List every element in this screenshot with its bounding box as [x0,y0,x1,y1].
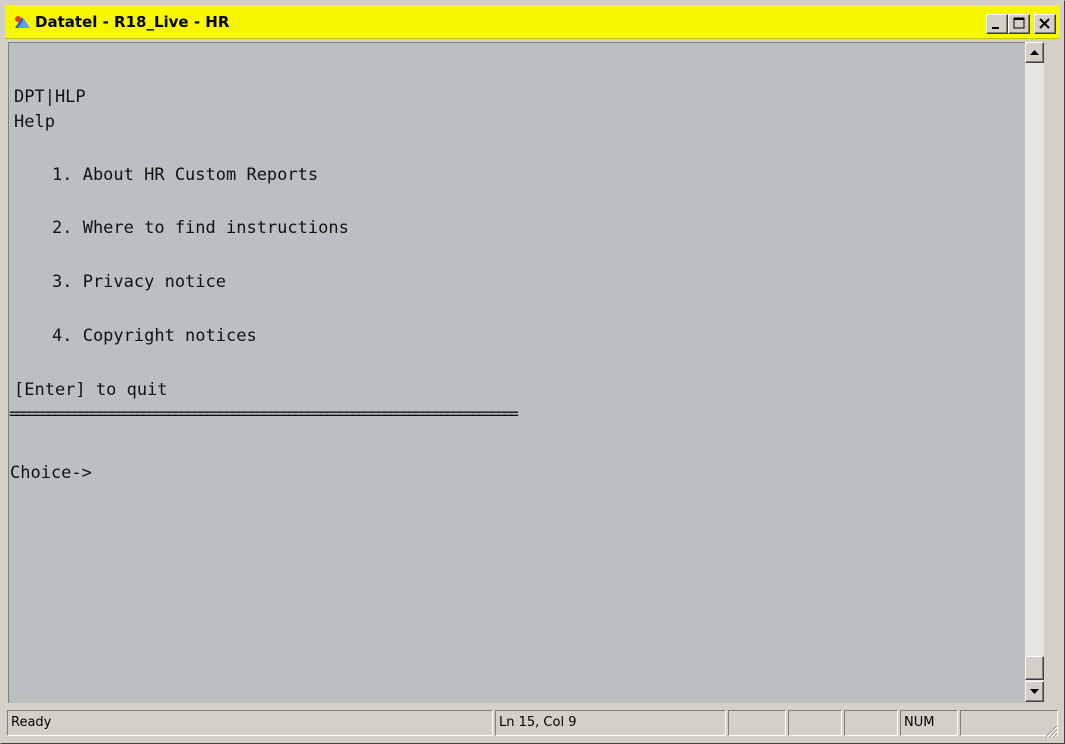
scroll-down-button[interactable] [1025,681,1044,702]
minimize-icon [992,27,999,29]
window-title: Datatel - R18_Live - HR [35,13,230,31]
menu-item[interactable]: 4. Copyright notices [52,326,257,346]
close-icon [1039,18,1050,29]
cursor-position: Ln 15, Col 9 [495,710,726,736]
status-panel-empty [844,710,898,736]
quit-hint: [Enter] to quit [14,380,168,400]
minimize-button[interactable] [986,14,1008,34]
title-bar[interactable]: Datatel - R18_Live - HR [5,5,1060,39]
close-button[interactable] [1034,14,1056,34]
datatel-app-icon [15,16,30,28]
vertical-scrollbar[interactable] [1025,42,1044,702]
terminal-screen[interactable]: DPT|HLP Help 1. About HR Custom Reports … [8,42,1025,703]
separator-line: ========================================… [9,404,519,423]
scroll-down-arrow-icon [1030,689,1039,694]
num-lock-indicator: NUM [900,710,958,736]
screen-code: DPT|HLP [14,87,86,107]
maximize-icon [1013,17,1025,29]
menu-item[interactable]: 3. Privacy notice [52,272,226,292]
choice-prompt[interactable]: Choice-> [10,463,92,483]
status-bar: Ready Ln 15, Col 9 NUM [5,708,1060,740]
resize-grip-icon[interactable] [1044,724,1058,738]
maximize-button[interactable] [1008,14,1030,34]
menu-item[interactable]: 2. Where to find instructions [52,218,349,238]
scroll-up-arrow-icon [1030,50,1039,55]
status-text: Ready [7,710,493,736]
status-panel-empty [788,710,842,736]
terminal-window: Datatel - R18_Live - HR DPT|HLP Help 1. … [0,0,1065,744]
scrollbar-thumb[interactable] [1025,656,1044,680]
scroll-up-button[interactable] [1025,42,1044,63]
screen-title: Help [14,112,55,132]
menu-item[interactable]: 1. About HR Custom Reports [52,165,318,185]
status-panel-empty [728,710,786,736]
